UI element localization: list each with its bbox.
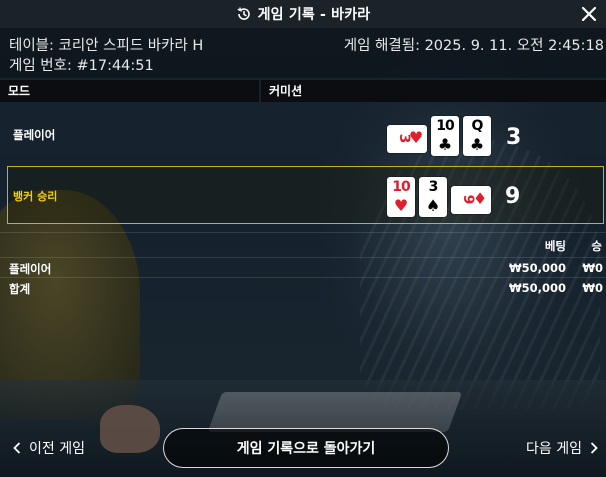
previous-game-label: 이전 게임 [29, 441, 85, 457]
next-game-button[interactable]: 다음 게임 [526, 438, 598, 458]
back-to-history-label: 게임 기록으로 돌아가기 [236, 441, 376, 457]
playing-card: 9 ♦ [451, 186, 491, 214]
history-icon [237, 7, 250, 20]
total-label: 합계 [9, 282, 31, 296]
playing-card: 3 ♠ [419, 177, 447, 217]
banker-cards: 10 ♥ 3 ♠ 9 ♦ [387, 177, 491, 217]
back-to-history-button[interactable]: 게임 기록으로 돌아가기 [163, 428, 449, 468]
settled-time: 게임 해결됨: 2025. 9. 11. 오전 2:45:18 [343, 38, 604, 54]
game-number: 게임 번호: #17:44:51 [9, 58, 154, 74]
win-column-header: 승 [591, 239, 602, 253]
player-hand: 플레이어 3 ♥ 10 ♣ Q ♣ 3 [7, 108, 604, 166]
table-name: 테이블: 코리안 스피드 바카라 H [9, 38, 204, 54]
mode-header: 모드 [0, 80, 259, 102]
banker-win-label: 뱅커 승리 [13, 190, 58, 203]
chevron-right-icon [590, 442, 598, 454]
previous-game-button[interactable]: 이전 게임 [13, 438, 85, 458]
playing-card: 10 ♥ [387, 177, 415, 217]
game-info: 테이블: 코리안 스피드 바카라 H 게임 해결됨: 2025. 9. 11. … [0, 28, 606, 78]
banker-hand: 뱅커 승리 10 ♥ 3 ♠ 9 ♦ 9 [7, 166, 604, 224]
table-row: 플레이어 ₩50,000 ₩0 [0, 258, 606, 278]
total-row: 합계 ₩50,000 ₩0 [0, 278, 606, 297]
win-amount: ₩0 [582, 261, 603, 275]
player-label: 플레이어 [13, 128, 56, 142]
playing-card: 3 ♥ [387, 125, 427, 153]
total-bet-amount: ₩50,000 [508, 281, 566, 295]
modal-title: 게임 기록 - 바카라 [257, 7, 371, 23]
player-cards: 3 ♥ 10 ♣ Q ♣ [387, 116, 491, 156]
banker-score: 9 [505, 184, 521, 209]
total-win-amount: ₩0 [582, 281, 603, 295]
bet-name: 플레이어 [9, 262, 52, 276]
close-icon [581, 6, 597, 22]
bet-column-header: 베팅 [544, 239, 566, 253]
player-score: 3 [506, 125, 522, 150]
modal-header: 게임 기록 - 바카라 [0, 0, 606, 28]
modal-footer: 이전 게임 게임 기록으로 돌아가기 다음 게임 [0, 418, 606, 477]
next-game-label: 다음 게임 [526, 441, 582, 457]
bets-header-row: 베팅 승 [0, 232, 606, 258]
bets-table: 베팅 승 플레이어 ₩50,000 ₩0 합계 ₩50,000 ₩0 [0, 232, 606, 297]
chevron-left-icon [13, 442, 21, 454]
playing-card: Q ♣ [463, 116, 491, 156]
commission-header: 커미션 [261, 80, 606, 102]
playing-card: 10 ♣ [431, 116, 459, 156]
bet-amount: ₩50,000 [508, 261, 566, 275]
column-headers: 모드 커미션 [0, 80, 606, 102]
close-button[interactable] [578, 3, 600, 25]
